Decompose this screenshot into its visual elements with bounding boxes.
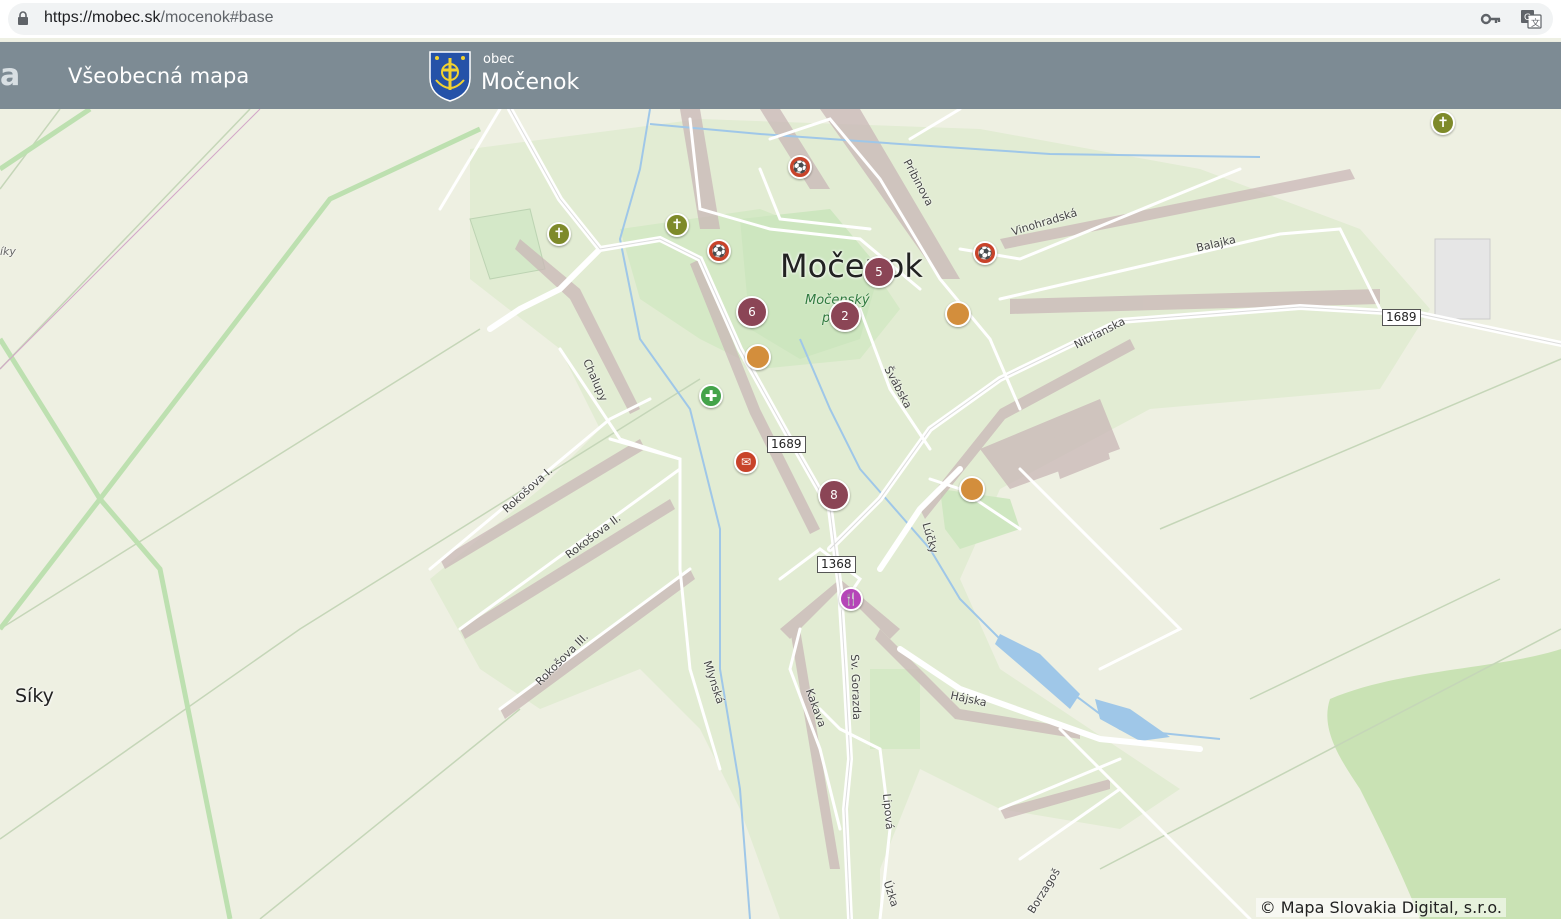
svg-text:文: 文 <box>1531 17 1540 29</box>
church-icon[interactable]: ✝ <box>665 213 689 237</box>
village-label-siky: Síky <box>15 685 54 707</box>
map-canvas[interactable]: Močenok Močenský p Síky íky Pribinova Vi… <box>0 109 1561 919</box>
url-text[interactable]: https://mobec.sk/mocenok#base <box>44 9 273 27</box>
location-marker[interactable] <box>959 476 985 502</box>
cluster-marker[interactable]: 8 <box>818 479 850 511</box>
sport-icon[interactable]: ⚽ <box>973 241 997 265</box>
road-number-shield: 1689 <box>1382 309 1421 326</box>
translate-icon[interactable]: G 文 <box>1520 8 1542 30</box>
road-number-shield: 1368 <box>817 556 856 573</box>
url-path: /mocenok#base <box>160 9 274 26</box>
url-host: https://mobec.sk <box>44 9 161 26</box>
cluster-marker[interactable]: 5 <box>863 256 895 288</box>
municipality-type: obec <box>483 52 515 67</box>
church-icon[interactable]: ✝ <box>547 222 571 246</box>
cluster-marker[interactable]: 6 <box>736 296 768 328</box>
page-title: Všeobecná mapa <box>68 64 250 88</box>
location-marker[interactable] <box>745 344 771 370</box>
sport-icon[interactable]: ⚽ <box>707 239 731 263</box>
town-label: Močenok <box>780 247 923 285</box>
browser-address-bar: https://mobec.sk/mocenok#base G 文 <box>0 0 1561 38</box>
church-icon[interactable]: ✝ <box>1431 111 1455 135</box>
location-marker[interactable] <box>945 301 971 327</box>
site-header: a Všeobecná mapa obec Močenok <box>0 42 1561 109</box>
password-key-icon[interactable] <box>1480 9 1502 29</box>
pharmacy-icon[interactable]: ✚ <box>699 384 723 408</box>
lock-icon <box>18 11 28 25</box>
map-attribution[interactable]: © Mapa Slovakia Digital, s.r.o. <box>1255 898 1506 917</box>
village-label-fragment: íky <box>0 245 16 258</box>
road-label-sv-gorazda: Sv. Gorazda <box>848 654 864 721</box>
map-base-layer[interactable] <box>0 109 1561 919</box>
site-logo-fragment[interactable]: a <box>0 58 20 93</box>
office-icon[interactable]: ✉ <box>734 450 758 474</box>
cluster-marker[interactable]: 2 <box>829 300 861 332</box>
road-number-shield: 1689 <box>767 436 806 453</box>
restaurant-icon[interactable]: 🍴 <box>839 587 863 611</box>
sport-icon[interactable]: ⚽ <box>788 155 812 179</box>
svg-text:G: G <box>1524 13 1531 23</box>
municipality-crest-icon[interactable] <box>428 50 472 102</box>
municipality-name[interactable]: Močenok <box>481 70 579 95</box>
